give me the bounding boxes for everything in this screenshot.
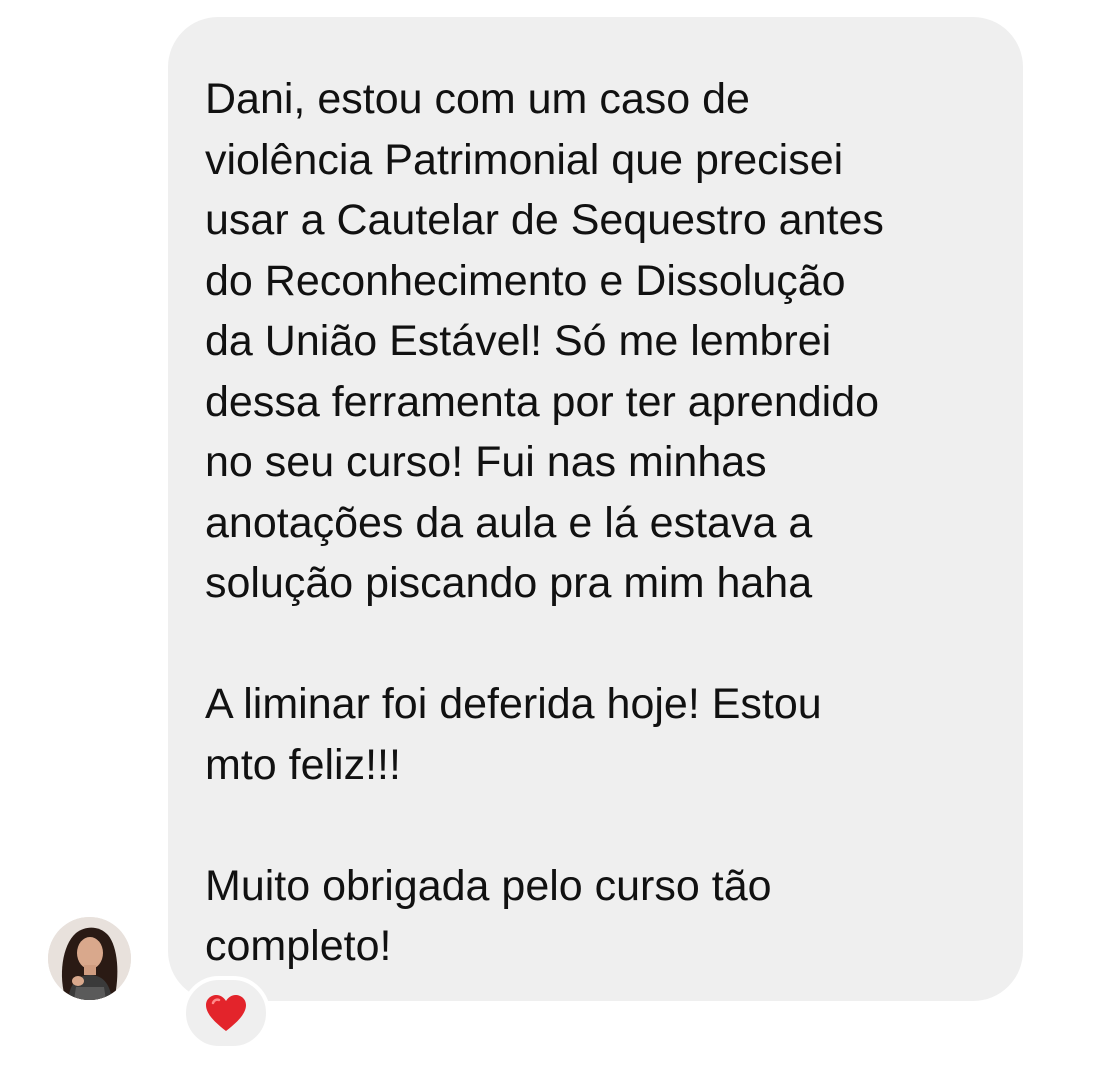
reaction-badge[interactable] bbox=[182, 976, 270, 1050]
message-bubble[interactable]: Dani, estou com um caso de violência Pat… bbox=[168, 17, 1023, 1001]
sender-avatar[interactable] bbox=[48, 917, 131, 1000]
red-heart-icon bbox=[205, 994, 247, 1032]
message-text: Dani, estou com um caso de violência Pat… bbox=[205, 75, 884, 970]
profile-photo-icon bbox=[48, 917, 131, 1000]
